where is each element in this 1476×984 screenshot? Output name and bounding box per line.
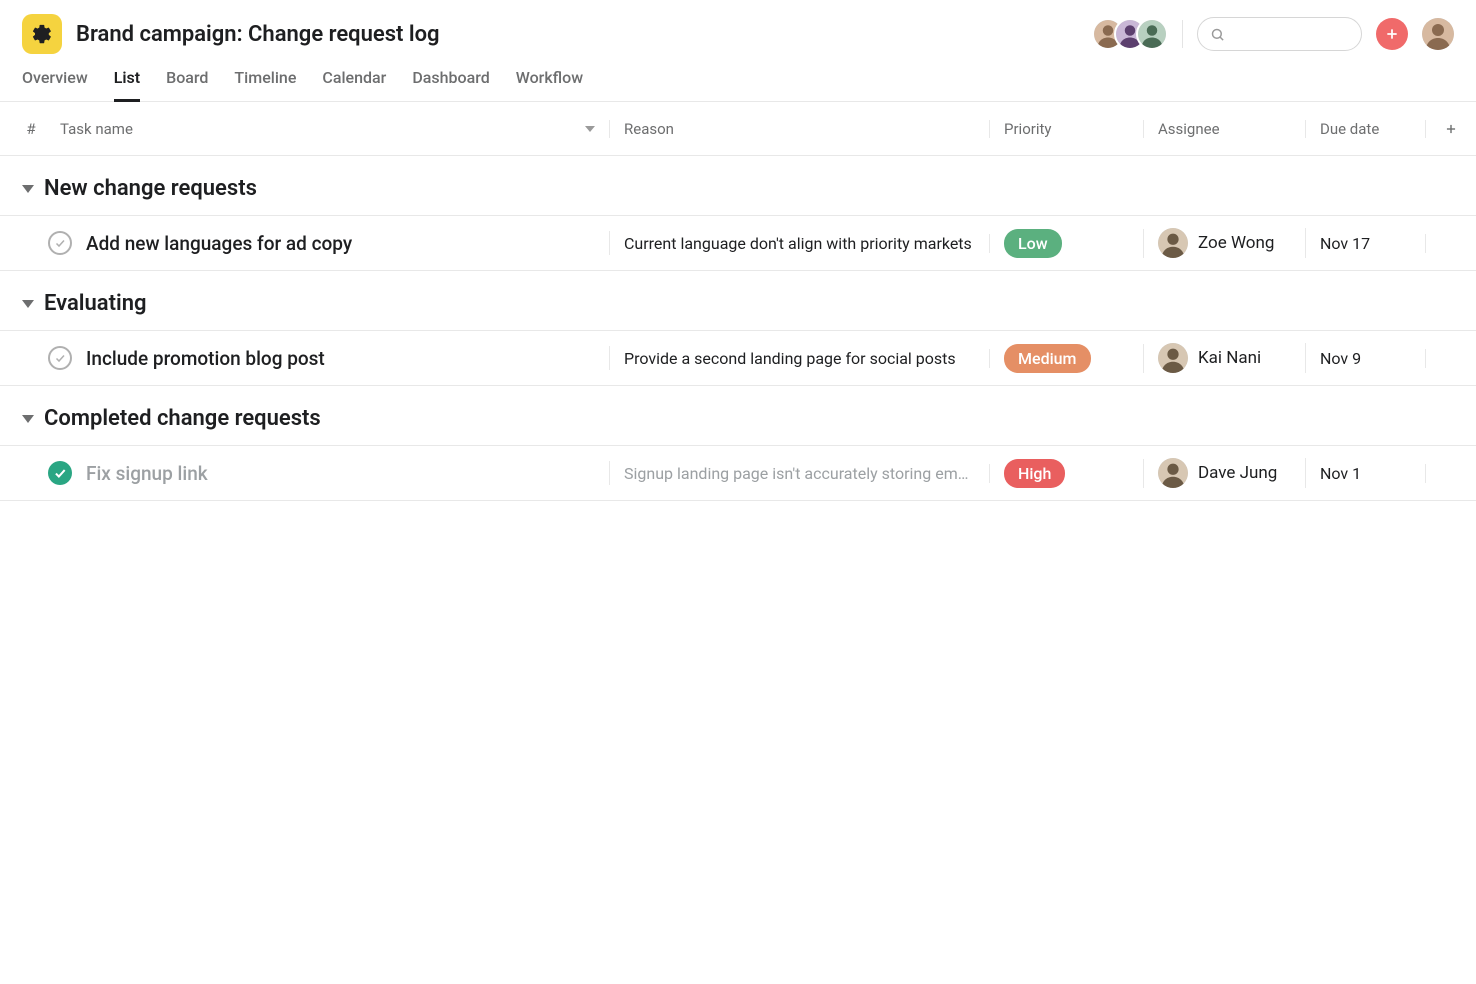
project-title[interactable]: Brand campaign: Change request log bbox=[76, 22, 440, 47]
assignee-name: Dave Jung bbox=[1198, 463, 1277, 483]
task-row[interactable]: Include promotion blog post Provide a sec… bbox=[0, 330, 1476, 386]
section-header[interactable]: New change requests bbox=[0, 156, 1476, 215]
add-column-button[interactable] bbox=[1426, 122, 1476, 136]
assignee-cell[interactable]: Dave Jung bbox=[1144, 458, 1306, 488]
gear-icon bbox=[31, 23, 53, 45]
divider bbox=[1182, 20, 1183, 48]
section-header[interactable]: Completed change requests bbox=[0, 386, 1476, 445]
priority-cell[interactable]: Medium bbox=[990, 344, 1144, 373]
tab-board[interactable]: Board bbox=[166, 68, 208, 101]
task-row[interactable]: Add new languages for ad copy Current lan… bbox=[0, 215, 1476, 271]
column-header-task[interactable]: Task name bbox=[40, 120, 610, 138]
tabs: Overview List Board Timeline Calendar Dashboa… bbox=[0, 54, 1476, 102]
caret-down-icon bbox=[22, 415, 34, 423]
column-header-assignee[interactable]: Assignee bbox=[1144, 120, 1306, 138]
chevron-down-icon bbox=[585, 126, 595, 132]
section-header[interactable]: Evaluating bbox=[0, 271, 1476, 330]
due-date-cell[interactable]: Nov 1 bbox=[1306, 464, 1426, 483]
project-icon[interactable] bbox=[22, 14, 62, 54]
table-header: # Task name Reason Priority Assignee Due… bbox=[0, 102, 1476, 156]
task-name: Include promotion blog post bbox=[86, 347, 325, 370]
add-button[interactable] bbox=[1376, 18, 1408, 50]
priority-pill: High bbox=[1004, 459, 1065, 488]
collaborator-avatars[interactable] bbox=[1092, 18, 1168, 50]
tab-list[interactable]: List bbox=[114, 68, 140, 102]
column-header-number[interactable]: # bbox=[0, 120, 40, 138]
complete-checkbox[interactable] bbox=[48, 231, 72, 255]
search-box[interactable] bbox=[1197, 17, 1362, 51]
assignee-avatar bbox=[1158, 343, 1188, 373]
user-avatar[interactable] bbox=[1422, 18, 1454, 50]
complete-checkbox[interactable] bbox=[48, 461, 72, 485]
assignee-cell[interactable]: Zoe Wong bbox=[1144, 228, 1306, 258]
task-name: Fix signup link bbox=[86, 462, 208, 485]
priority-pill: Low bbox=[1004, 229, 1062, 258]
task-name: Add new languages for ad copy bbox=[86, 232, 352, 255]
due-date-cell[interactable]: Nov 17 bbox=[1306, 234, 1426, 253]
caret-down-icon bbox=[22, 185, 34, 193]
assignee-avatar bbox=[1158, 228, 1188, 258]
reason-cell[interactable]: Signup landing page isn't accurately sto… bbox=[610, 464, 990, 483]
priority-cell[interactable]: Low bbox=[990, 229, 1144, 258]
section-title: New change requests bbox=[44, 176, 257, 201]
tab-overview[interactable]: Overview bbox=[22, 68, 88, 101]
reason-cell[interactable]: Provide a second landing page for social… bbox=[610, 349, 990, 368]
caret-down-icon bbox=[22, 300, 34, 308]
reason-cell[interactable]: Current language don't align with priori… bbox=[610, 234, 990, 253]
tab-timeline[interactable]: Timeline bbox=[234, 68, 296, 101]
tab-dashboard[interactable]: Dashboard bbox=[412, 68, 489, 101]
assignee-name: Zoe Wong bbox=[1198, 233, 1274, 253]
tab-workflow[interactable]: Workflow bbox=[516, 68, 583, 101]
assignee-avatar bbox=[1158, 458, 1188, 488]
search-icon bbox=[1210, 27, 1225, 42]
column-header-priority[interactable]: Priority bbox=[990, 120, 1144, 138]
section-title: Evaluating bbox=[44, 291, 147, 316]
assignee-name: Kai Nani bbox=[1198, 348, 1261, 368]
column-header-due[interactable]: Due date bbox=[1306, 120, 1426, 138]
priority-pill: Medium bbox=[1004, 344, 1091, 373]
due-date-cell[interactable]: Nov 9 bbox=[1306, 349, 1426, 368]
tab-calendar[interactable]: Calendar bbox=[322, 68, 386, 101]
plus-icon bbox=[1384, 26, 1400, 42]
priority-cell[interactable]: High bbox=[990, 459, 1144, 488]
check-icon bbox=[53, 466, 67, 480]
section-title: Completed change requests bbox=[44, 406, 321, 431]
check-icon bbox=[54, 352, 66, 364]
avatar bbox=[1136, 18, 1168, 50]
complete-checkbox[interactable] bbox=[48, 346, 72, 370]
plus-icon bbox=[1444, 122, 1458, 136]
column-header-reason[interactable]: Reason bbox=[610, 120, 990, 138]
task-row[interactable]: Fix signup link Signup landing page isn't… bbox=[0, 445, 1476, 501]
assignee-cell[interactable]: Kai Nani bbox=[1144, 343, 1306, 373]
column-header-task-label: Task name bbox=[60, 120, 133, 138]
check-icon bbox=[54, 237, 66, 249]
